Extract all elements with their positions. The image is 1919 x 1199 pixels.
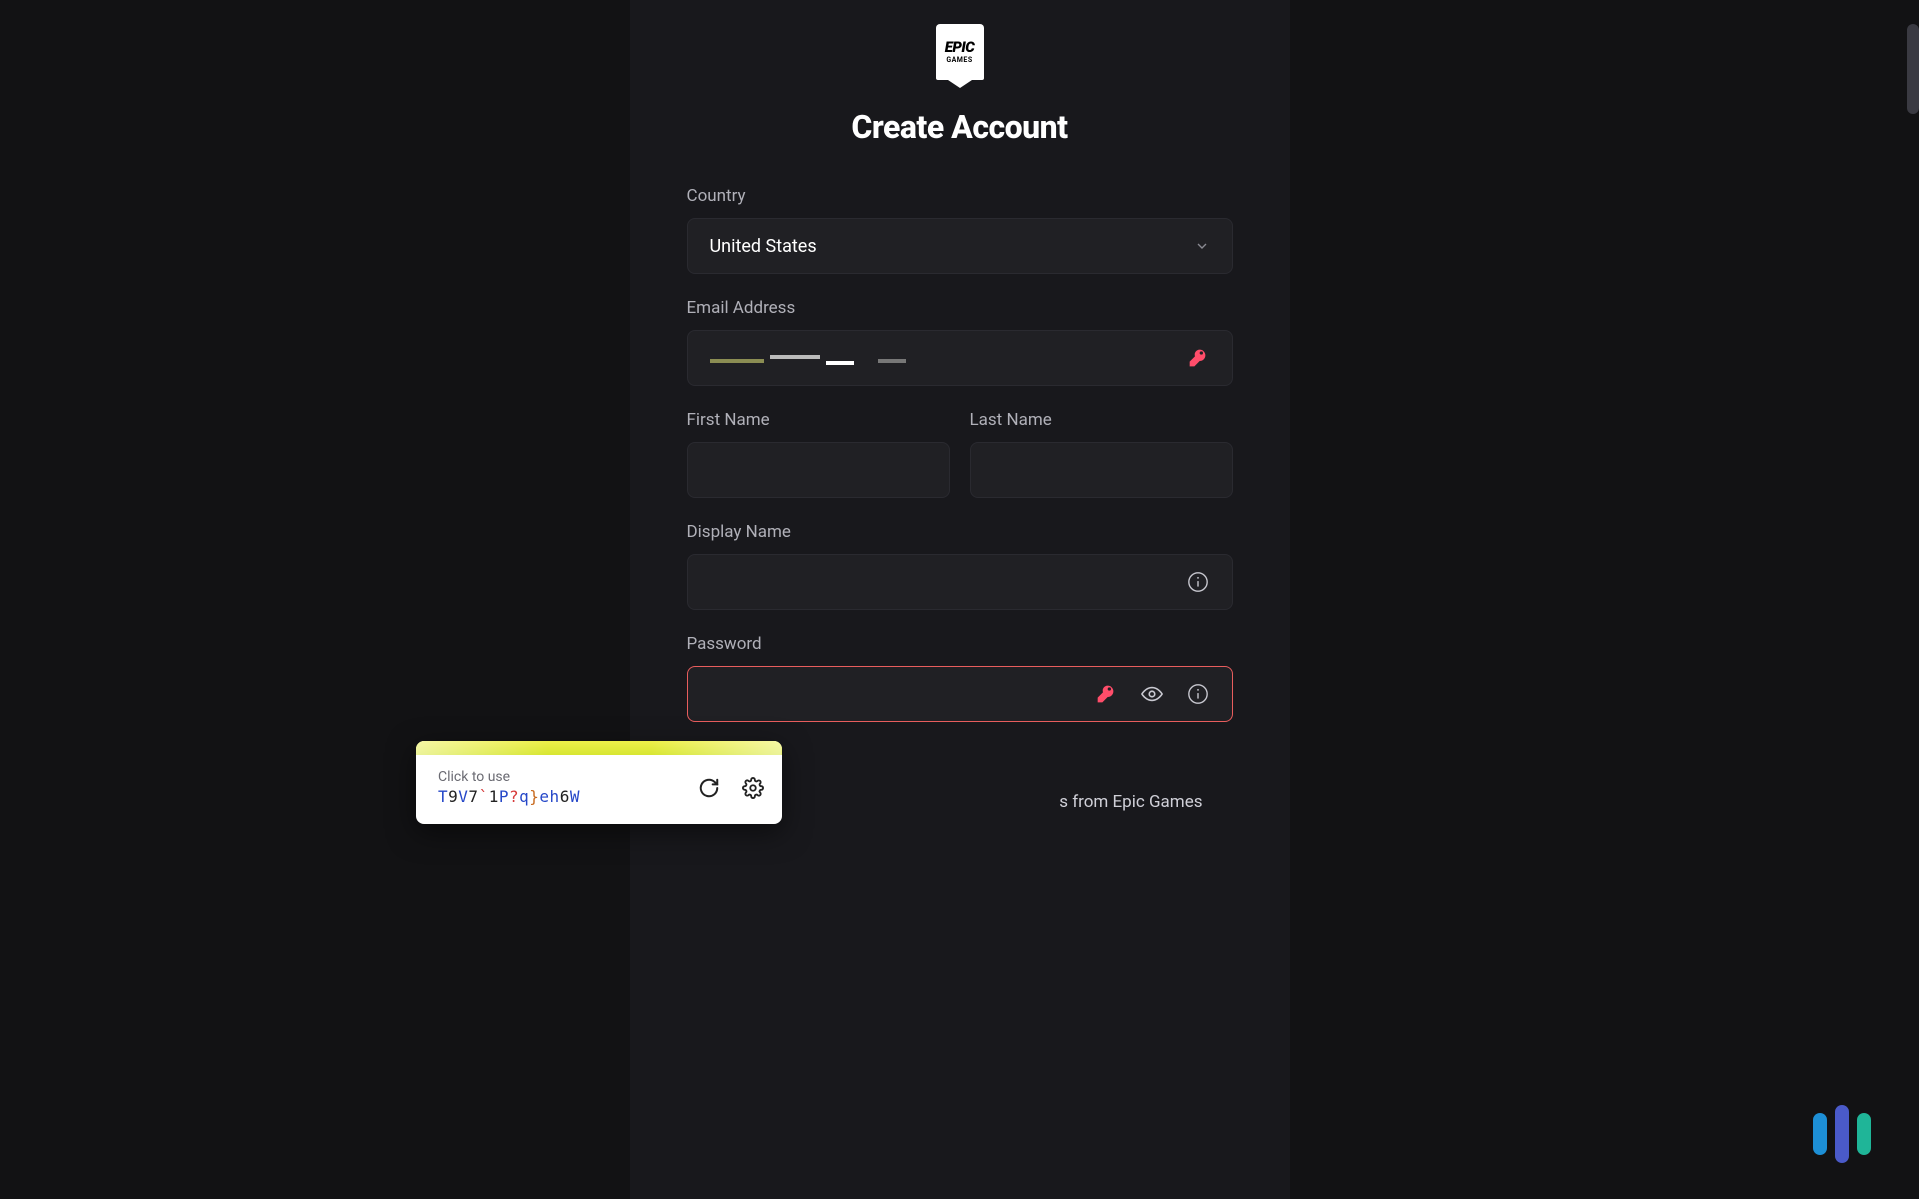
signup-form: Country United States Email Address bbox=[687, 186, 1233, 812]
display-name-field[interactable] bbox=[710, 555, 1187, 609]
last-name-input[interactable] bbox=[970, 442, 1233, 498]
password-strength-strip bbox=[416, 741, 782, 755]
last-name-label: Last Name bbox=[970, 410, 1233, 430]
password-field[interactable] bbox=[710, 667, 1094, 721]
display-name-label: Display Name bbox=[687, 522, 1233, 542]
first-name-label: First Name bbox=[687, 410, 950, 430]
first-name-field-group: First Name bbox=[687, 410, 950, 498]
signup-panel: EPIC GAMES Create Account Country United… bbox=[630, 0, 1290, 1199]
gear-icon[interactable] bbox=[742, 777, 764, 799]
email-value-redacted bbox=[710, 353, 906, 363]
eye-icon[interactable] bbox=[1140, 682, 1164, 706]
first-name-input[interactable] bbox=[687, 442, 950, 498]
info-icon[interactable] bbox=[1186, 682, 1210, 706]
logo-text-epic: EPIC bbox=[945, 40, 975, 55]
logo-text-games: GAMES bbox=[946, 57, 972, 64]
email-input-box[interactable] bbox=[687, 330, 1233, 386]
refresh-icon[interactable] bbox=[698, 777, 720, 799]
country-select[interactable]: United States bbox=[687, 218, 1233, 274]
country-value: United States bbox=[710, 236, 817, 257]
password-input[interactable] bbox=[687, 666, 1233, 722]
password-suggestion-popover[interactable]: Click to use T9V7`1P?q}eh6W bbox=[416, 741, 782, 824]
display-name-field-group: Display Name bbox=[687, 522, 1233, 610]
password-field-group: Password bbox=[687, 634, 1233, 722]
epic-logo: EPIC GAMES bbox=[630, 24, 1290, 80]
country-field-group: Country United States bbox=[687, 186, 1233, 274]
password-label: Password bbox=[687, 634, 1233, 654]
email-label: Email Address bbox=[687, 298, 1233, 318]
scrollbar[interactable] bbox=[1907, 24, 1919, 114]
display-name-input[interactable] bbox=[687, 554, 1233, 610]
last-name-field-group: Last Name bbox=[970, 410, 1233, 498]
key-icon[interactable] bbox=[1186, 346, 1210, 370]
brand-widget-icon[interactable] bbox=[1813, 1097, 1871, 1155]
page-title: Create Account bbox=[630, 108, 1290, 146]
chevron-down-icon bbox=[1194, 238, 1210, 254]
info-icon[interactable] bbox=[1187, 570, 1210, 594]
key-icon[interactable] bbox=[1094, 682, 1118, 706]
last-name-field[interactable] bbox=[993, 443, 1210, 497]
country-label: Country bbox=[687, 186, 1233, 206]
email-field-group: Email Address bbox=[687, 298, 1233, 386]
password-suggestion-hint: Click to use bbox=[438, 769, 580, 785]
password-suggestion-value[interactable]: T9V7`1P?q}eh6W bbox=[438, 787, 580, 806]
first-name-field[interactable] bbox=[710, 443, 927, 497]
